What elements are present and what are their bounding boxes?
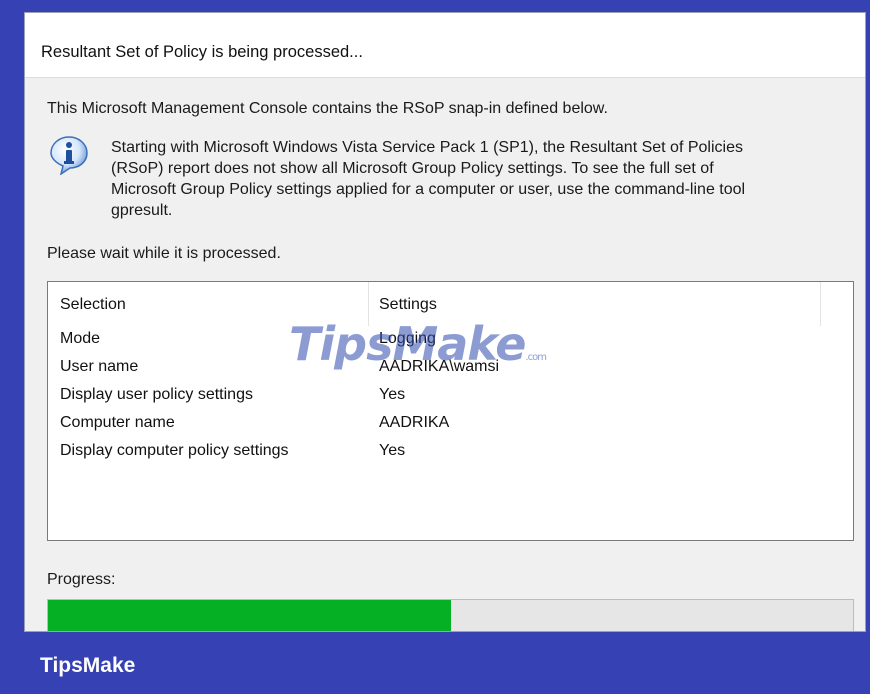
row-label: User name: [60, 358, 139, 375]
info-line: (RSoP) report does not show all Microsof…: [111, 160, 714, 177]
column-header-selection[interactable]: Selection: [60, 296, 126, 314]
progress-bar: [47, 599, 854, 631]
row-value: AADRIKA\wamsi: [379, 358, 500, 375]
info-line: gpresult.: [111, 202, 173, 219]
dialog-titlebar: Resultant Set of Policy is being process…: [25, 13, 865, 78]
row-label: Display user policy settings: [60, 386, 253, 403]
progress-label: Progress:: [47, 571, 116, 588]
info-line: Microsoft Group Policy settings applied …: [111, 181, 746, 198]
info-line: Starting with Microsoft Windows Vista Se…: [111, 139, 743, 156]
column-divider[interactable]: [368, 282, 369, 326]
progress-fill: [48, 600, 451, 631]
column-divider[interactable]: [820, 282, 821, 326]
dialog-title: Resultant Set of Policy is being process…: [41, 43, 363, 61]
wait-text: Please wait while it is processed.: [47, 245, 281, 262]
info-icon: [50, 136, 88, 175]
info-message: Starting with Microsoft Windows Vista Se…: [111, 137, 831, 221]
row-value: AADRIKA: [379, 414, 450, 431]
table-row[interactable]: Mode Logging: [48, 330, 853, 358]
table-row[interactable]: Display user policy settings Yes: [48, 386, 853, 414]
row-label: Mode: [60, 330, 101, 347]
brand-logo-text: TipsMake: [40, 654, 136, 677]
settings-listview[interactable]: Selection Settings Mode Logging User nam…: [47, 281, 854, 541]
row-label: Display computer policy settings: [60, 442, 289, 459]
row-value: Logging: [379, 330, 436, 347]
rsop-dialog: Resultant Set of Policy is being process…: [24, 12, 866, 632]
table-row[interactable]: Display computer policy settings Yes: [48, 442, 853, 470]
row-label: Computer name: [60, 414, 175, 431]
table-row[interactable]: User name AADRIKA\wamsi: [48, 358, 853, 386]
row-value: Yes: [379, 386, 406, 403]
intro-text: This Microsoft Management Console contai…: [47, 100, 608, 117]
table-row[interactable]: Computer name AADRIKA: [48, 414, 853, 442]
row-value: Yes: [379, 442, 406, 459]
column-header-settings[interactable]: Settings: [379, 296, 437, 314]
